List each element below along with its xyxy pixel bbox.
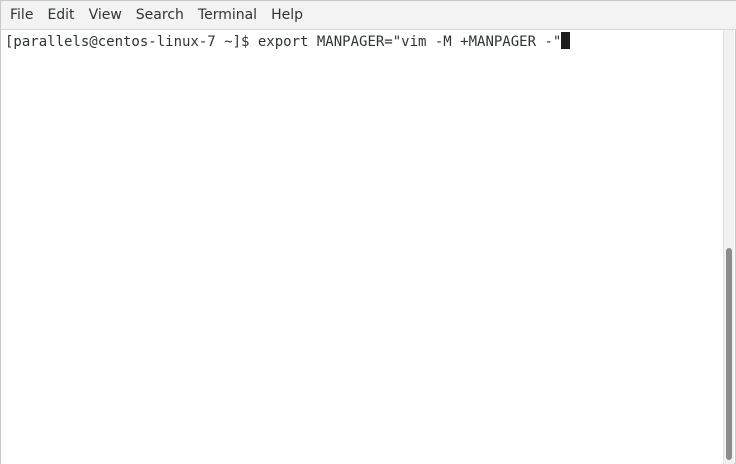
menu-view[interactable]: View bbox=[82, 1, 129, 30]
menu-edit[interactable]: Edit bbox=[40, 1, 81, 30]
menu-search[interactable]: Search bbox=[129, 1, 191, 30]
vertical-scrollbar[interactable] bbox=[723, 30, 734, 464]
menu-bar: File Edit View Search Terminal Help bbox=[1, 1, 736, 30]
scrollbar-thumb[interactable] bbox=[726, 248, 732, 460]
menu-help[interactable]: Help bbox=[264, 1, 310, 30]
menu-file[interactable]: File bbox=[3, 1, 40, 30]
terminal-window: File Edit View Search Terminal Help [par… bbox=[0, 0, 736, 464]
terminal-output[interactable]: [parallels@centos-linux-7 ~]$ export MAN… bbox=[1, 30, 725, 464]
menu-terminal[interactable]: Terminal bbox=[191, 1, 264, 30]
command-line: [parallels@centos-linux-7 ~]$ export MAN… bbox=[5, 32, 571, 51]
shell-prompt: [parallels@centos-linux-7 ~]$ bbox=[5, 34, 258, 50]
typed-command: export MANPAGER="vim -M +MANPAGER -" bbox=[257, 34, 562, 50]
text-cursor bbox=[561, 32, 571, 49]
